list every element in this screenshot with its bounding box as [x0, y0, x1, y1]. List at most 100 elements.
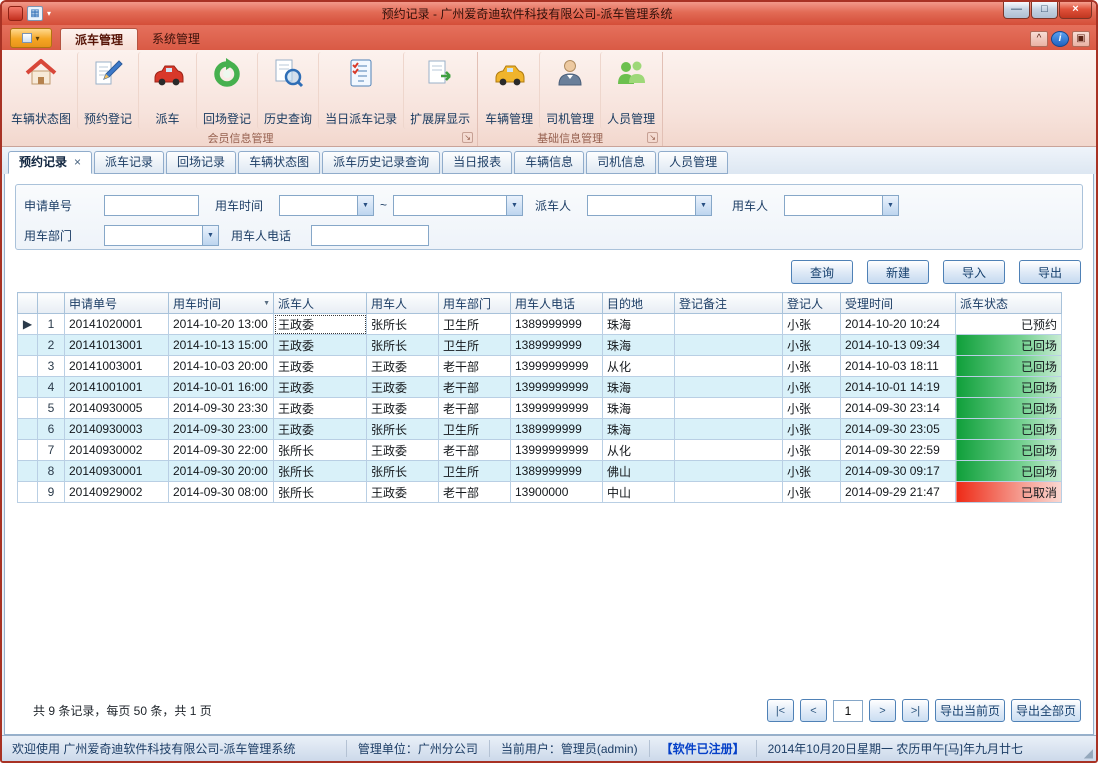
prev-page-button[interactable]: <	[800, 699, 827, 722]
table-row[interactable]: 9201409290022014-09-30 08:00张所长王政委老干部139…	[18, 482, 1062, 503]
request-no-input[interactable]	[104, 195, 199, 216]
ribbon-tab-system-management[interactable]: 系统管理	[138, 28, 214, 50]
column-header[interactable]: 用车部门	[439, 293, 511, 314]
column-header[interactable]: 派车状态	[956, 293, 1062, 314]
chevron-down-icon[interactable]: ▼	[882, 196, 898, 215]
department-combo[interactable]: ▼	[104, 225, 219, 246]
new-button[interactable]: 新建	[867, 260, 929, 284]
maximize-button[interactable]: □	[1031, 2, 1058, 19]
phone-input[interactable]	[311, 225, 429, 246]
layout-icon[interactable]: ▦	[27, 6, 43, 21]
ribbon-group-caption: 会员信息管理↘	[5, 129, 476, 146]
document-tab-7[interactable]: 司机信息	[586, 151, 656, 174]
app-menu-button[interactable]: ▾	[10, 28, 52, 48]
column-header[interactable]: 用车时间▼	[169, 293, 274, 314]
column-header[interactable]: 受理时间	[841, 293, 956, 314]
titlebar: ▦ ▾ 预约记录 - 广州爱奇迪软件科技有限公司-派车管理系统 — □ ×	[2, 2, 1096, 25]
use-time-from-combo[interactable]: ▼	[279, 195, 374, 216]
ribbon-button-history-search[interactable]: 历史查询	[257, 52, 318, 129]
ribbon-button-driver[interactable]: 司机管理	[539, 52, 600, 129]
table-row[interactable]: 3201410030012014-10-03 20:00王政委王政委老干部139…	[18, 356, 1062, 377]
column-header[interactable]: 用车人电话	[511, 293, 603, 314]
user-combo[interactable]: ▼	[784, 195, 899, 216]
document-tab-4[interactable]: 派车历史记录查询	[322, 151, 440, 174]
cell: 1389999999	[511, 314, 603, 335]
ribbon-button-car-yellow[interactable]: 车辆管理	[479, 52, 539, 129]
cell: 小张	[783, 461, 841, 482]
column-header[interactable]: 登记人	[783, 293, 841, 314]
document-tab-6[interactable]: 车辆信息	[514, 151, 584, 174]
ribbon-button-car-red[interactable]: 派车	[138, 52, 196, 129]
cell: 2014-09-30 23:05	[841, 419, 956, 440]
document-tab-2[interactable]: 回场记录	[166, 151, 236, 174]
column-header[interactable]: 申请单号	[65, 293, 169, 314]
page-number-input[interactable]	[833, 700, 863, 722]
app-icon[interactable]	[8, 6, 23, 21]
ribbon-button-daily-record[interactable]: 当日派车记录	[318, 52, 403, 129]
cell: 2014-09-30 08:00	[169, 482, 274, 503]
export-current-page-button[interactable]: 导出当前页	[935, 699, 1005, 722]
ribbon-body: 车辆状态图预约登记派车回场登记历史查询当日派车记录扩展屏显示会员信息管理↘车辆管…	[2, 50, 1096, 147]
ribbon-button-house[interactable]: 车辆状态图	[5, 52, 77, 129]
row-indicator-cell: ▶	[18, 314, 38, 335]
cell: 从化	[603, 356, 675, 377]
cell: 王政委	[274, 335, 367, 356]
ribbon-button-label: 车辆状态图	[11, 106, 71, 127]
column-header[interactable]: 登记备注	[675, 293, 783, 314]
row-number-cell: 6	[38, 419, 65, 440]
document-tab-8[interactable]: 人员管理	[658, 151, 728, 174]
document-tab-0[interactable]: 预约记录×	[8, 151, 92, 174]
use-time-to-combo[interactable]: ▼	[393, 195, 523, 216]
department-value	[105, 226, 202, 245]
export-button[interactable]: 导出	[1019, 260, 1081, 284]
cell: 2014-10-13 15:00	[169, 335, 274, 356]
chevron-down-icon[interactable]: ▼	[695, 196, 711, 215]
ribbon-collapse-icon[interactable]: ^	[1030, 31, 1048, 47]
document-tab-5[interactable]: 当日报表	[442, 151, 512, 174]
cell: 2014-09-30 22:59	[841, 440, 956, 461]
license-status-link[interactable]: 【软件已注册】	[649, 740, 756, 757]
close-icon[interactable]: ×	[74, 155, 81, 169]
table-row[interactable]: 5201409300052014-09-30 23:30王政委王政委老干部139…	[18, 398, 1062, 419]
table-row[interactable]: 8201409300012014-09-30 20:00张所长张所长卫生所138…	[18, 461, 1062, 482]
export-all-pages-button[interactable]: 导出全部页	[1011, 699, 1081, 722]
first-page-button[interactable]: |<	[767, 699, 794, 722]
cell: 小张	[783, 377, 841, 398]
minimize-button[interactable]: —	[1003, 2, 1030, 19]
ribbon-button-label: 回场登记	[203, 106, 251, 127]
resize-grip-icon[interactable]: ◢	[1084, 746, 1093, 760]
ribbon-button-extend-screen[interactable]: 扩展屏显示	[403, 52, 476, 129]
status-cell: 已预约	[956, 314, 1062, 335]
import-button[interactable]: 导入	[943, 260, 1005, 284]
ribbon-button-pencil[interactable]: 预约登记	[77, 52, 138, 129]
ribbon-tab-dispatch-management[interactable]: 派车管理	[60, 28, 138, 50]
cell: 13999999999	[511, 356, 603, 377]
ribbon-button-return[interactable]: 回场登记	[196, 52, 257, 129]
table-row[interactable]: 2201410130012014-10-13 15:00王政委张所长卫生所138…	[18, 335, 1062, 356]
chevron-down-icon[interactable]: ▼	[506, 196, 522, 215]
close-button[interactable]: ×	[1059, 2, 1092, 19]
chevron-down-icon[interactable]: ▼	[202, 226, 218, 245]
query-button[interactable]: 查询	[791, 260, 853, 284]
screen-switch-icon[interactable]: ▣	[1072, 31, 1090, 47]
group-dialog-launcher-icon[interactable]: ↘	[647, 132, 658, 143]
last-page-button[interactable]: >|	[902, 699, 929, 722]
column-header[interactable]: 目的地	[603, 293, 675, 314]
column-header[interactable]: 用车人	[367, 293, 439, 314]
info-icon[interactable]: i	[1051, 31, 1069, 47]
group-dialog-launcher-icon[interactable]: ↘	[462, 132, 473, 143]
ribbon-button-people[interactable]: 人员管理	[600, 52, 661, 129]
dispatcher-combo[interactable]: ▼	[587, 195, 712, 216]
column-header[interactable]: 派车人	[274, 293, 367, 314]
table-row[interactable]: 4201410010012014-10-01 16:00王政委王政委老干部139…	[18, 377, 1062, 398]
document-tab-3[interactable]: 车辆状态图	[238, 151, 320, 174]
people-icon	[615, 57, 647, 89]
table-row[interactable]: 7201409300022014-09-30 22:00张所长王政委老干部139…	[18, 440, 1062, 461]
row-indicator-cell	[18, 398, 38, 419]
chevron-down-icon[interactable]: ▼	[357, 196, 373, 215]
table-row[interactable]: ▶1201410200012014-10-20 13:00王政委张所长卫生所13…	[18, 314, 1062, 335]
document-tab-1[interactable]: 派车记录	[94, 151, 164, 174]
row-indicator-cell	[18, 335, 38, 356]
table-row[interactable]: 6201409300032014-09-30 23:00王政委张所长卫生所138…	[18, 419, 1062, 440]
next-page-button[interactable]: >	[869, 699, 896, 722]
